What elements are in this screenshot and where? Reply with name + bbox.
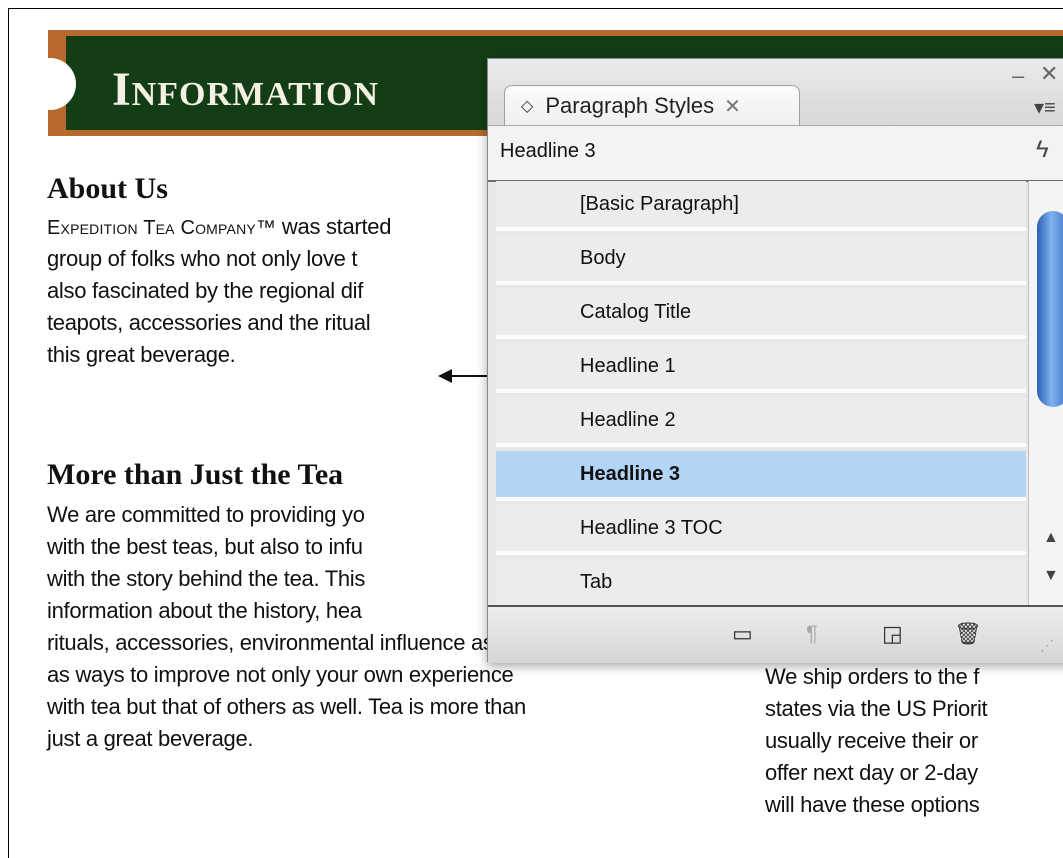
resize-grip-icon[interactable]: ⋰ (1040, 637, 1054, 654)
panel-footer: ▭ ¶ ◲ 🗑 ⋰ (488, 605, 1063, 663)
style-label: Headline 3 (580, 463, 681, 485)
more-heading: More than Just the Tea (47, 458, 344, 491)
brand-name: Expedition Tea Company™ (47, 217, 277, 239)
scrollbar[interactable]: ▲ ▼ (1028, 181, 1063, 605)
about-line-3: teapots, accessories and the ritual (47, 310, 371, 335)
about-line-0: was started (276, 214, 392, 239)
scroll-up-icon[interactable]: ▲ (1043, 529, 1059, 547)
new-style-icon[interactable]: ◲ (882, 621, 903, 647)
style-label: Tab (580, 571, 613, 593)
folder-icon[interactable]: ▭ (732, 621, 753, 647)
shipping-line-1: states via the US Priorit (765, 696, 988, 721)
tab-paragraph-styles[interactable]: ◇ Paragraph Styles ✕ (504, 85, 800, 126)
about-line-2: also fascinated by the regional dif (47, 278, 364, 303)
tab-label: Paragraph Styles (545, 93, 715, 118)
more-line-4: rituals, accessories, environmental infl… (47, 630, 537, 655)
tab-close-icon[interactable]: ✕ (724, 94, 741, 119)
list-item[interactable]: Headline 2 (496, 397, 1026, 447)
clear-overrides-icon[interactable]: ¶ (806, 621, 818, 647)
paragraph-styles-panel[interactable]: ◇ Paragraph Styles ✕ – ✕ ▾≡ Headline 3 ϟ… (487, 58, 1063, 663)
list-item[interactable]: Tab (496, 559, 1026, 605)
shipping-line-2: usually receive their or (765, 728, 978, 753)
current-style-name: Headline 3 (500, 140, 596, 162)
shipping-line-4: will have these options (765, 792, 980, 817)
current-style-row: Headline 3 ϟ (488, 125, 1063, 182)
shipping-line-3: offer next day or 2-day (765, 760, 978, 785)
list-item[interactable]: Catalog Title (496, 289, 1026, 339)
about-line-4: this great beverage. (47, 342, 236, 367)
trash-icon[interactable]: 🗑 (954, 621, 982, 647)
quick-apply-icon[interactable]: ϟ (1036, 136, 1049, 164)
close-icon[interactable]: ✕ (1040, 61, 1058, 87)
about-line-1: group of folks who not only love t (47, 246, 358, 271)
more-line-3: information about the history, hea (47, 598, 362, 623)
list-item[interactable]: Body (496, 235, 1026, 285)
styles-list[interactable]: [Basic Paragraph] Body Catalog Title Hea… (496, 181, 1026, 605)
style-label: Headline 3 TOC (580, 517, 723, 539)
scrollbar-thumb[interactable] (1037, 211, 1063, 407)
style-label: [Basic Paragraph] (580, 193, 739, 215)
list-item[interactable]: Headline 3 TOC (496, 505, 1026, 555)
style-label: Body (580, 247, 626, 269)
more-line-0: We are committed to providing yo (47, 502, 365, 527)
style-label: Headline 1 (580, 355, 676, 377)
more-line-7: just a great beverage. (47, 726, 254, 751)
minimize-icon[interactable]: – (1012, 63, 1024, 89)
style-label: Catalog Title (580, 301, 692, 323)
scroll-down-icon[interactable]: ▼ (1043, 567, 1059, 585)
list-item[interactable]: [Basic Paragraph] (496, 181, 1026, 231)
list-item[interactable]: Headline 1 (496, 343, 1026, 393)
chevron-updown-icon[interactable]: ◇ (521, 96, 533, 116)
banner-title: Information (112, 63, 380, 116)
panel-titlebar[interactable]: ◇ Paragraph Styles ✕ – ✕ ▾≡ (488, 59, 1063, 126)
more-line-5: as ways to improve not only your own exp… (47, 662, 514, 687)
more-line-1: with the best teas, but also to infu (47, 534, 363, 559)
about-heading: About Us (47, 172, 168, 205)
shipping-line-0: We ship orders to the f (765, 664, 980, 689)
list-item-selected[interactable]: Headline 3 (496, 451, 1026, 501)
style-label: Headline 2 (580, 409, 676, 431)
panel-menu-icon[interactable]: ▾≡ (1034, 95, 1056, 120)
about-line: Expedition Tea Company™ was started (47, 214, 391, 240)
more-line-6: with tea but that of others as well. Tea… (47, 694, 526, 719)
more-line-2: with the story behind the tea. This (47, 566, 366, 591)
